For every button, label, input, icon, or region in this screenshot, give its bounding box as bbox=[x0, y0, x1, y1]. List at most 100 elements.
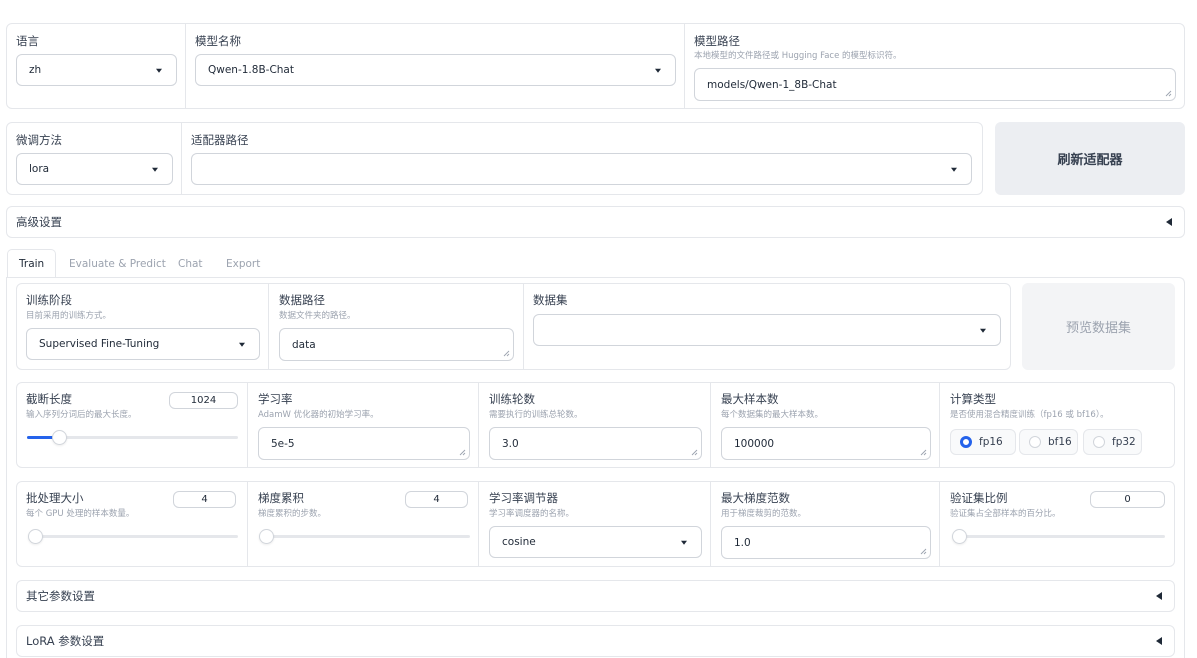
stage-value: Supervised Fine-Tuning bbox=[39, 338, 160, 350]
chevron-down-icon bbox=[951, 167, 957, 172]
batch-size-slider[interactable] bbox=[28, 529, 238, 544]
other-settings-accordion[interactable]: 其它参数设置 bbox=[16, 580, 1175, 612]
dataset-dir-label: 数据路径 bbox=[279, 293, 325, 307]
radio-bf16-label: bf16 bbox=[1048, 436, 1072, 448]
epochs-info: 需要执行的训练总轮数。 bbox=[489, 410, 583, 420]
stage-info: 目前采用的训练方式。 bbox=[26, 311, 112, 321]
batch-size-label: 批处理大小 bbox=[26, 491, 84, 505]
radio-fp16[interactable]: fp16 bbox=[950, 429, 1016, 455]
max-samples-input[interactable]: 100000 bbox=[721, 427, 931, 460]
resize-handle-icon[interactable] bbox=[459, 449, 466, 456]
max-samples-value: 100000 bbox=[734, 437, 775, 450]
lang-dropdown[interactable]: zh bbox=[16, 54, 177, 86]
cutoff-len-info: 输入序列分词后的最大长度。 bbox=[26, 410, 137, 420]
radio-fp32[interactable]: fp32 bbox=[1083, 429, 1142, 455]
grad-accum-info: 梯度累积的步数。 bbox=[258, 509, 327, 519]
radio-dot-icon bbox=[1029, 436, 1041, 448]
divider bbox=[181, 123, 182, 194]
collapse-triangle-icon bbox=[1156, 592, 1162, 600]
grad-accum-number[interactable]: 4 bbox=[405, 491, 468, 508]
resize-handle-icon[interactable] bbox=[920, 449, 927, 456]
adapter-dropdown[interactable] bbox=[191, 153, 972, 185]
tab-evaluate[interactable]: Evaluate & Predict bbox=[69, 258, 166, 270]
refresh-adapter-button[interactable]: 刷新适配器 bbox=[995, 122, 1185, 195]
divider bbox=[939, 482, 940, 566]
model-name-dropdown[interactable]: Qwen-1.8B-Chat bbox=[195, 54, 676, 86]
resize-handle-icon[interactable] bbox=[1165, 90, 1172, 97]
lr-scheduler-dropdown[interactable]: cosine bbox=[489, 526, 702, 558]
radio-dot-icon bbox=[1093, 436, 1105, 448]
val-size-info: 验证集占全部样本的百分比。 bbox=[950, 509, 1061, 519]
model-path-input[interactable]: models/Qwen-1_8B-Chat bbox=[694, 68, 1176, 101]
lang-label: 语言 bbox=[16, 34, 39, 48]
finetune-value: lora bbox=[29, 163, 50, 175]
dataset-dropdown[interactable] bbox=[533, 314, 1001, 346]
learning-rate-input[interactable]: 5e-5 bbox=[258, 427, 470, 460]
divider bbox=[268, 284, 269, 369]
batch-size-number[interactable]: 4 bbox=[173, 491, 236, 508]
slider-thumb[interactable] bbox=[259, 529, 274, 544]
resize-handle-icon[interactable] bbox=[920, 548, 927, 555]
model-path-value: models/Qwen-1_8B-Chat bbox=[707, 78, 837, 91]
lr-scheduler-info: 学习率调度器的名称。 bbox=[489, 509, 575, 519]
advanced-settings-title: 高级设置 bbox=[16, 215, 62, 229]
val-size-number[interactable]: 0 bbox=[1090, 491, 1165, 508]
stage-dropdown[interactable]: Supervised Fine-Tuning bbox=[26, 328, 260, 360]
chevron-down-icon bbox=[152, 167, 158, 172]
tab-chat[interactable]: Chat bbox=[178, 258, 203, 270]
grad-accum-slider[interactable] bbox=[259, 529, 470, 544]
grad-accum-label: 梯度累积 bbox=[258, 491, 304, 505]
batch-size-info: 每个 GPU 处理的样本数量。 bbox=[26, 509, 135, 519]
chevron-down-icon bbox=[980, 328, 986, 333]
collapse-triangle-icon bbox=[1156, 637, 1162, 645]
max-grad-norm-input[interactable]: 1.0 bbox=[721, 526, 931, 559]
cutoff-len-number[interactable]: 1024 bbox=[169, 392, 238, 409]
lora-settings-accordion[interactable]: LoRA 参数设置 bbox=[16, 625, 1175, 657]
dataset-dir-info: 数据文件夹的路径。 bbox=[279, 311, 356, 321]
max-grad-norm-info: 用于梯度裁剪的范数。 bbox=[721, 509, 807, 519]
chevron-down-icon bbox=[681, 540, 687, 545]
adapter-label: 适配器路径 bbox=[191, 133, 249, 147]
divider bbox=[185, 24, 186, 108]
slider-thumb[interactable] bbox=[51, 430, 67, 445]
compute-type-label: 计算类型 bbox=[950, 392, 996, 406]
dataset-dir-input[interactable]: data bbox=[279, 328, 514, 361]
epochs-label: 训练轮数 bbox=[489, 392, 535, 406]
model-config-card: 语言 zh 模型名称 Qwen-1.8B-Chat 模型路径 本地模型的文件路径… bbox=[6, 23, 1185, 109]
val-size-label: 验证集比例 bbox=[950, 491, 1008, 505]
batch-card: 批处理大小 每个 GPU 处理的样本数量。 4 梯度累积 梯度累积的步数。 4 … bbox=[16, 481, 1175, 567]
tab-export[interactable]: Export bbox=[226, 258, 260, 270]
learning-rate-info: AdamW 优化器的初始学习率。 bbox=[258, 410, 379, 420]
dataset-card: 训练阶段 目前采用的训练方式。 Supervised Fine-Tuning 数… bbox=[16, 283, 1011, 370]
resize-handle-icon[interactable] bbox=[691, 449, 698, 456]
chevron-down-icon bbox=[655, 68, 661, 73]
stage-label: 训练阶段 bbox=[26, 293, 72, 307]
learning-rate-value: 5e-5 bbox=[271, 437, 295, 450]
epochs-input[interactable]: 3.0 bbox=[489, 427, 702, 460]
model-path-label: 模型路径 bbox=[694, 34, 740, 48]
divider bbox=[684, 24, 685, 108]
radio-dot-selected-icon bbox=[960, 436, 972, 448]
max-grad-norm-label: 最大梯度范数 bbox=[721, 491, 790, 505]
model-name-label: 模型名称 bbox=[195, 34, 241, 48]
preview-dataset-button[interactable]: 预览数据集 bbox=[1022, 283, 1175, 370]
tab-train[interactable]: Train bbox=[19, 258, 44, 270]
max-grad-norm-value: 1.0 bbox=[734, 536, 751, 549]
cutoff-len-slider[interactable] bbox=[27, 430, 238, 445]
epochs-value: 3.0 bbox=[502, 437, 519, 450]
radio-fp32-label: fp32 bbox=[1112, 436, 1136, 448]
radio-bf16[interactable]: bf16 bbox=[1019, 429, 1078, 455]
slider-thumb[interactable] bbox=[28, 529, 43, 544]
chevron-down-icon bbox=[156, 68, 162, 73]
val-size-slider[interactable] bbox=[952, 529, 1165, 544]
finetune-label: 微调方法 bbox=[16, 133, 62, 147]
advanced-settings-accordion[interactable]: 高级设置 bbox=[6, 206, 1185, 238]
resize-handle-icon[interactable] bbox=[503, 350, 510, 357]
divider bbox=[939, 383, 940, 467]
learning-rate-label: 学习率 bbox=[258, 392, 293, 406]
finetune-dropdown[interactable]: lora bbox=[16, 153, 173, 185]
dataset-dir-value: data bbox=[292, 338, 316, 351]
slider-thumb[interactable] bbox=[952, 529, 967, 544]
divider bbox=[478, 383, 479, 467]
lang-value: zh bbox=[29, 64, 42, 76]
